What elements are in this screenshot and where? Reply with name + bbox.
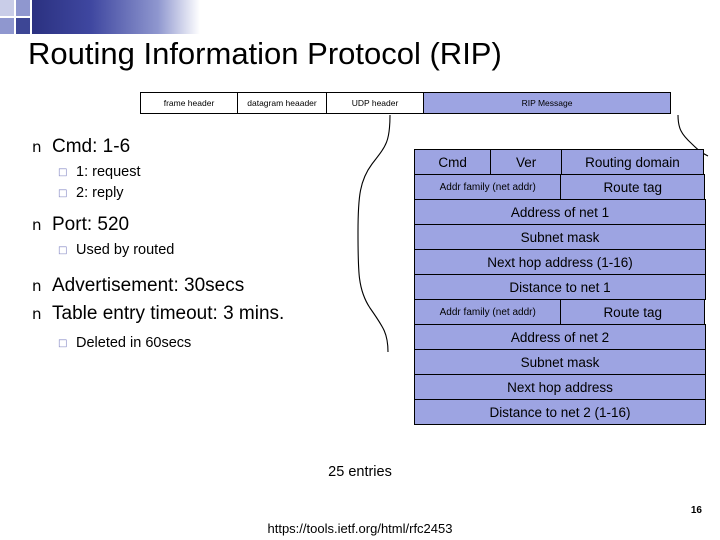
table-row: Addr family (net addr) Route tag (414, 299, 706, 325)
bullet-item-advertisement: n Advertisement: 30secs (26, 273, 386, 299)
cell-address-net-1: Address of net 1 (414, 199, 706, 225)
bullet-marker-square-icon: n (32, 138, 42, 156)
bullet-text-used-by-routed: Used by routed (76, 242, 175, 258)
table-row: Subnet mask (414, 349, 706, 375)
page-number: 16 (690, 505, 702, 516)
bullet-item-cmd: n Cmd: 1-6 (26, 134, 386, 160)
deco-gradient-bar (32, 0, 200, 34)
table-row: Address of net 1 (414, 199, 706, 225)
bullet-text-deleted: Deleted in 60secs (76, 335, 192, 351)
table-row: Next hop address (414, 374, 706, 400)
decorative-corner-graphic (0, 0, 200, 34)
bullet-marker-square-icon: n (32, 277, 42, 295)
rip-message-table: Cmd Ver Routing domain Addr family (net … (414, 149, 706, 425)
table-row: Cmd Ver Routing domain (414, 149, 706, 175)
bullet-text-advertisement: Advertisement: 30secs (52, 275, 245, 296)
header-cell-rip-message: RIP Message (423, 92, 671, 114)
cell-ver: Ver (490, 149, 562, 175)
cell-routing-domain: Routing domain (560, 149, 704, 175)
header-cell-frame: frame header (140, 92, 238, 114)
bullet-text-reply: 2: reply (76, 185, 124, 201)
packet-header-strip: frame header datagram heaader UDP header… (140, 92, 671, 114)
bullet-text-table-entry-timeout: Table entry timeout: 3 mins. (52, 303, 285, 324)
bullet-list: n Cmd: 1-6 □ 1: request □ 2: reply n Por… (26, 134, 386, 354)
cell-addr-family-2: Addr family (net addr) (414, 299, 562, 325)
cell-route-tag-2: Route tag (560, 299, 705, 325)
footer-url: https://tools.ietf.org/html/rfc2453 (267, 521, 453, 536)
cell-subnet-mask-1: Subnet mask (414, 224, 706, 250)
bullet-item-request: □ 1: request (58, 162, 386, 183)
header-cell-udp: UDP header (326, 92, 424, 114)
table-row: Distance to net 2 (1-16) (414, 399, 706, 425)
bullet-marker-hollow-square-icon: □ (58, 245, 68, 256)
page-title: Routing Information Protocol (RIP) (28, 36, 502, 71)
cell-cmd: Cmd (414, 149, 492, 175)
bullet-item-deleted: □ Deleted in 60secs (58, 333, 386, 354)
deco-square-3 (0, 18, 14, 34)
bullet-item-reply: □ 2: reply (58, 183, 386, 204)
bullet-marker-square-icon: n (32, 305, 42, 323)
deco-square-4 (16, 18, 30, 34)
bullet-marker-hollow-square-icon: □ (58, 338, 68, 349)
cell-next-hop-address-1: Next hop address (1-16) (414, 249, 706, 275)
bullet-marker-hollow-square-icon: □ (58, 167, 68, 178)
bullet-marker-square-icon: n (32, 216, 42, 234)
deco-square-2 (16, 0, 30, 16)
table-row: Distance to net 1 (414, 274, 706, 300)
cell-subnet-mask-2: Subnet mask (414, 349, 706, 375)
bullet-item-used-by-routed: □ Used by routed (58, 240, 386, 261)
table-row: Subnet mask (414, 224, 706, 250)
header-cell-datagram: datagram heaader (237, 92, 327, 114)
bullet-item-port: n Port: 520 (26, 212, 386, 238)
bullet-text-port: Port: 520 (52, 214, 130, 235)
bullet-text-request: 1: request (76, 164, 141, 180)
cell-next-hop-address-2: Next hop address (414, 374, 706, 400)
table-row: Next hop address (1-16) (414, 249, 706, 275)
cell-addr-family-1: Addr family (net addr) (414, 174, 562, 200)
cell-distance-net-1: Distance to net 1 (414, 274, 706, 300)
bullet-text-cmd: Cmd: 1-6 (52, 136, 131, 157)
cell-distance-net-2: Distance to net 2 (1-16) (414, 399, 706, 425)
cell-address-net-2: Address of net 2 (414, 324, 706, 350)
bullet-item-table-entry-timeout: n Table entry timeout: 3 mins. (26, 301, 386, 327)
deco-square-1 (0, 0, 14, 16)
table-row: Address of net 2 (414, 324, 706, 350)
entries-label: 25 entries (328, 464, 392, 480)
table-row: Addr family (net addr) Route tag (414, 174, 706, 200)
cell-route-tag-1: Route tag (560, 174, 705, 200)
bullet-marker-hollow-square-icon: □ (58, 188, 68, 199)
